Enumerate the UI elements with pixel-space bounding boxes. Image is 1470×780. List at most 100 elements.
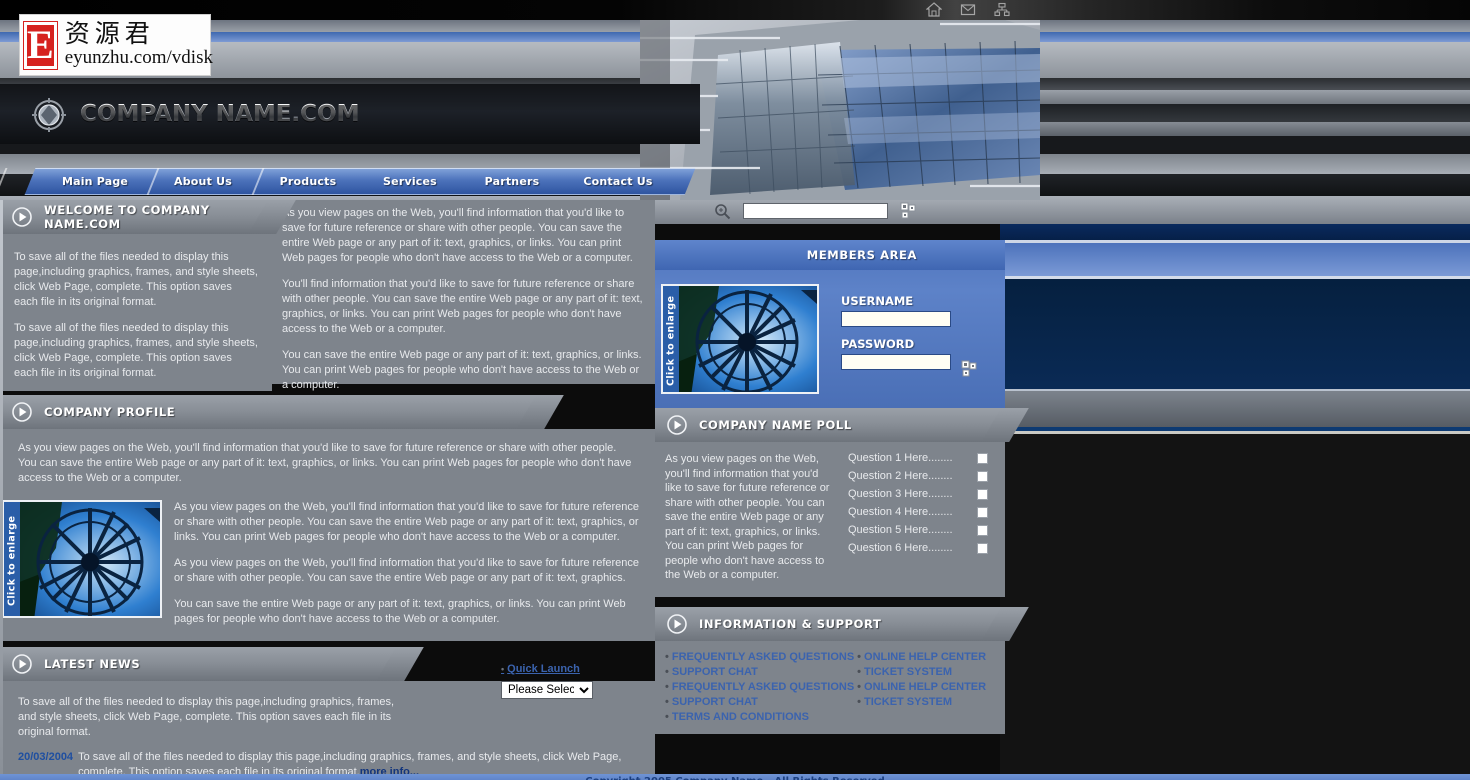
photo-caption: Click to enlarge (4, 502, 20, 616)
envelope-icon[interactable] (960, 2, 976, 17)
poll-question-label: Question 1 Here........ (848, 452, 953, 464)
profile-intro: As you view pages on the Web, you'll fin… (18, 442, 632, 484)
support-link[interactable]: • ONLINE HELP CENTER (857, 651, 1005, 663)
broken-image-icon[interactable] (961, 360, 979, 378)
profile-paragraph: As you view pages on the Web, you'll fin… (174, 501, 640, 543)
main-navigation: Main Page About Us Products Services Par… (0, 168, 696, 198)
support-link[interactable]: • FREQUENTLY ASKED QUESTIONS (665, 681, 857, 693)
poll-question-label: Question 5 Here........ (848, 524, 953, 536)
welcome-paragraph: To save all of the files needed to displ… (14, 322, 258, 379)
support-link[interactable]: • SUPPORT CHAT (665, 666, 857, 678)
poll-panel: COMPANY NAME POLL As you view pages on t… (655, 408, 1005, 597)
poll-question-row[interactable]: Question 2 Here........ (848, 470, 988, 482)
poll-question-row[interactable]: Question 3 Here........ (848, 488, 988, 500)
brand-name: COMPANY NAME.COM (80, 100, 360, 127)
profile-photo[interactable]: Click to enlarge (2, 500, 162, 618)
watermark-chinese: 资源君 (64, 19, 155, 49)
bullet-icon: • (665, 665, 669, 678)
support-link[interactable]: • SUPPORT CHAT (665, 696, 857, 708)
play-orb-icon (12, 402, 32, 422)
support-link[interactable]: • TICKET SYSTEM (857, 696, 1005, 708)
poll-question-list: Question 1 Here........ Question 2 Here.… (848, 452, 988, 583)
login-form: USERNAME PASSWORD (841, 284, 977, 394)
news-section-header: LATEST NEWS (0, 647, 400, 681)
poll-checkbox[interactable] (977, 452, 988, 464)
poll-question-row[interactable]: Question 5 Here........ (848, 524, 988, 536)
quick-launch-link[interactable]: • Quick Launch (501, 663, 580, 675)
bg-band-right (1000, 224, 1470, 240)
profile-intro-wrap: As you view pages on the Web, you'll fin… (0, 429, 655, 490)
profile-paragraph: As you view pages on the Web, you'll fin… (174, 557, 640, 584)
support-link[interactable]: • TERMS AND CONDITIONS (665, 711, 857, 723)
nav-item-partners[interactable]: Partners (469, 168, 555, 195)
news-date: 20/03/2004 (18, 751, 74, 763)
support-section-header: INFORMATION & SUPPORT (655, 606, 1005, 641)
nav-item-main-page[interactable]: Main Page (52, 168, 138, 195)
right-column: MEMBERS AREA Click to enlarge USERNAME P… (655, 240, 1005, 734)
poll-body: As you view pages on the Web, you'll fin… (655, 442, 1005, 597)
members-area-panel: MEMBERS AREA Click to enlarge USERNAME P… (655, 240, 1005, 408)
welcome-paragraph: As you view pages on the Web, you'll fin… (282, 207, 633, 264)
bullet-icon: • (665, 695, 669, 708)
bullet-icon: • (857, 695, 862, 708)
broken-image-icon[interactable] (900, 202, 918, 220)
quick-launch: • Quick Launch Please Select (501, 659, 649, 699)
poll-question-label: Question 6 Here........ (848, 542, 953, 554)
nav-item-contact-us[interactable]: Contact Us (575, 168, 661, 195)
poll-checkbox[interactable] (977, 488, 988, 500)
top-utility-bar (0, 0, 1470, 20)
quick-launch-select[interactable]: Please Select (501, 681, 593, 699)
poll-checkbox[interactable] (977, 542, 988, 554)
bg-band-right (1000, 391, 1470, 427)
play-orb-icon (667, 415, 687, 435)
copyright-text: Copyright 2005 Company Name - All Rights… (585, 776, 885, 780)
password-input[interactable] (841, 354, 951, 370)
search-input[interactable] (743, 203, 888, 219)
play-orb-icon (667, 613, 687, 634)
profile-section-header: COMPANY PROFILE (0, 395, 540, 429)
bullet-icon: • (501, 664, 505, 674)
nav-item-about-us[interactable]: About Us (160, 168, 246, 195)
poll-question-row[interactable]: Question 6 Here........ (848, 542, 988, 554)
watermark-letter: E (23, 20, 58, 70)
bg-band-right (1000, 434, 1470, 780)
bullet-icon: • (665, 710, 669, 723)
welcome-title: WELCOME TO COMPANY NAME.COM (44, 203, 210, 231)
sitemap-icon[interactable] (994, 2, 1010, 17)
welcome-left: To save all of the files needed to displ… (0, 234, 272, 391)
poll-checkbox[interactable] (977, 506, 988, 518)
members-photo[interactable]: Click to enlarge (661, 284, 819, 394)
search-bar (700, 196, 1000, 226)
poll-title: COMPANY NAME POLL (699, 418, 852, 432)
nav-item-services[interactable]: Services (367, 168, 453, 195)
support-title: INFORMATION & SUPPORT (699, 616, 882, 631)
support-link[interactable]: • TICKET SYSTEM (857, 666, 1005, 678)
poll-question-row[interactable]: Question 4 Here........ (848, 506, 988, 518)
members-area-title: MEMBERS AREA (806, 248, 917, 262)
support-links-right: • ONLINE HELP CENTER • TICKET SYSTEM • ONLI… (857, 651, 1005, 726)
profile-body: Click to enlarge As you view pages on th… (0, 490, 655, 641)
poll-checkbox[interactable] (977, 470, 988, 482)
poll-question-row[interactable]: Question 1 Here........ (848, 452, 988, 464)
password-label: PASSWORD (841, 337, 915, 351)
poll-checkbox[interactable] (977, 524, 988, 536)
bullet-icon: • (665, 680, 669, 693)
poll-question-label: Question 4 Here........ (848, 506, 953, 518)
bg-band-right (1000, 279, 1470, 389)
nav-item-products[interactable]: Products (265, 168, 351, 195)
support-link[interactable]: • ONLINE HELP CENTER (857, 681, 1005, 693)
target-orb-icon (30, 96, 68, 134)
username-label: USERNAME (841, 294, 914, 308)
play-orb-icon (12, 654, 32, 674)
support-link[interactable]: • FREQUENTLY ASKED QUESTIONS (665, 651, 857, 663)
username-input[interactable] (841, 311, 951, 327)
poll-question-label: Question 2 Here........ (848, 470, 953, 482)
bullet-icon: • (857, 650, 862, 663)
home-icon[interactable] (925, 2, 943, 17)
search-icon[interactable] (714, 203, 731, 220)
members-area-body: Click to enlarge USERNAME PASSWORD (655, 270, 1005, 394)
news-title: LATEST NEWS (44, 657, 141, 671)
welcome-paragraph: To save all of the files needed to displ… (14, 251, 258, 308)
watermark-logo: E 资源君 eyunzhu.com/vdisk (19, 14, 213, 76)
bullet-icon: • (857, 665, 862, 678)
